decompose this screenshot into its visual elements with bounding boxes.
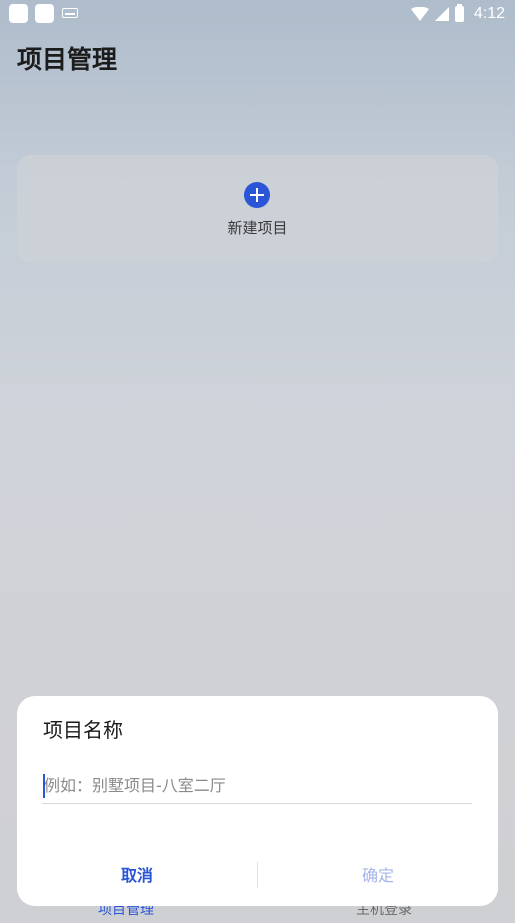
dialog-title: 项目名称 (43, 718, 123, 742)
new-project-card[interactable]: 新建项目 (17, 155, 498, 263)
app-square-icon (9, 4, 28, 23)
cancel-button[interactable]: 取消 (17, 856, 257, 892)
app-square-icon (35, 4, 54, 23)
project-name-dialog: 项目名称 取消 确定 (17, 696, 498, 906)
page-title: 项目管理 (17, 45, 118, 74)
status-time: 4:12 (473, 5, 505, 22)
plus-circle-icon (244, 182, 270, 208)
confirm-button[interactable]: 确定 (258, 856, 498, 892)
project-name-input[interactable] (42, 768, 472, 804)
status-bar: 4:12 (0, 0, 515, 28)
signal-icon (434, 7, 449, 21)
battery-icon (454, 4, 464, 22)
new-project-label: 新建项目 (227, 219, 288, 237)
text-cursor (43, 774, 45, 798)
wifi-icon (410, 7, 429, 21)
keyboard-icon (62, 8, 78, 18)
